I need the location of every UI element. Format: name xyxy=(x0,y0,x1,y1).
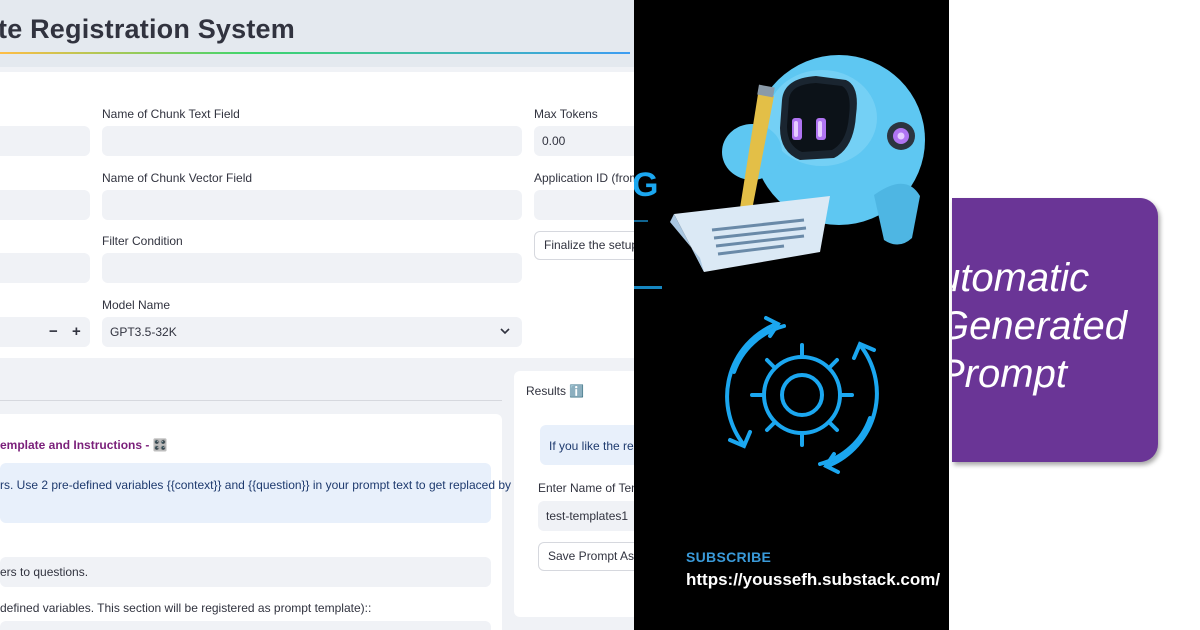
application-id-input[interactable] xyxy=(534,190,634,220)
application-id-label: Application ID (from xyxy=(534,171,634,185)
subscribe-label: SUBSCRIBE xyxy=(686,549,772,565)
title-line-1: utomatic xyxy=(952,256,1090,300)
template-section-heading: emplate and Instructions - 🎛️ xyxy=(0,438,168,452)
chunk-vector-label: Name of Chunk Vector Field xyxy=(102,171,253,185)
instructions-info-box xyxy=(0,463,491,523)
title-line-2: Generated xyxy=(952,304,1128,348)
template-textarea[interactable] xyxy=(0,621,491,630)
field-2-input[interactable] xyxy=(0,190,90,220)
app-header: te Registration System xyxy=(0,0,634,67)
title-line-3: Prompt xyxy=(952,352,1067,396)
field-3-input[interactable] xyxy=(0,253,90,283)
results-info-text: If you like the res xyxy=(549,439,634,453)
edge-glyph: G xyxy=(634,166,658,204)
chunk-text-input[interactable] xyxy=(102,126,522,156)
title-divider xyxy=(0,52,630,54)
model-name-select[interactable]: GPT3.5-32K xyxy=(102,317,522,347)
max-tokens-input[interactable]: 0.00 xyxy=(534,126,634,156)
chunk-vector-input[interactable] xyxy=(102,190,522,220)
chevron-down-icon[interactable] xyxy=(500,326,510,336)
paper-icon xyxy=(670,196,830,272)
stepper-minus-button[interactable]: − xyxy=(49,323,58,340)
gear-cycle-icon xyxy=(725,316,879,474)
substack-link[interactable]: https://youssefh.substack.com/ xyxy=(686,570,940,590)
promo-image: G SUBSCRIBE https://youssefh.substack.co… xyxy=(634,0,949,630)
title-card: utomatic Generated Prompt xyxy=(952,198,1158,462)
template-name-label: Enter Name of Tem xyxy=(538,481,634,495)
chunk-text-label: Name of Chunk Text Field xyxy=(102,107,240,121)
stepper-plus-button[interactable]: + xyxy=(72,323,81,340)
prompt-registration-app: te Registration System − + Name of Chunk… xyxy=(0,0,634,630)
template-label: defined variables. This section will be … xyxy=(0,601,372,615)
save-prompt-button[interactable]: Save Prompt As T xyxy=(538,542,634,571)
filter-condition-input[interactable] xyxy=(102,253,522,283)
template-name-input[interactable]: test-templates1 xyxy=(538,501,634,531)
max-tokens-label: Max Tokens xyxy=(534,107,598,121)
robot-illustration: G xyxy=(634,55,925,474)
model-name-label: Model Name xyxy=(102,298,171,312)
instructions-info-text: rs. Use 2 pre-defined variables {{contex… xyxy=(0,478,511,492)
system-instruction-text: ers to questions. xyxy=(0,565,89,579)
filter-condition-label: Filter Condition xyxy=(102,234,183,248)
screenshot-canvas: te Registration System − + Name of Chunk… xyxy=(0,0,1200,630)
results-label: Results ℹ️ xyxy=(526,384,585,398)
page-title: te Registration System xyxy=(0,14,295,44)
finalize-setup-button[interactable]: Finalize the setup xyxy=(534,231,634,260)
tabs-divider xyxy=(0,400,502,401)
field-1-input[interactable] xyxy=(0,126,90,156)
